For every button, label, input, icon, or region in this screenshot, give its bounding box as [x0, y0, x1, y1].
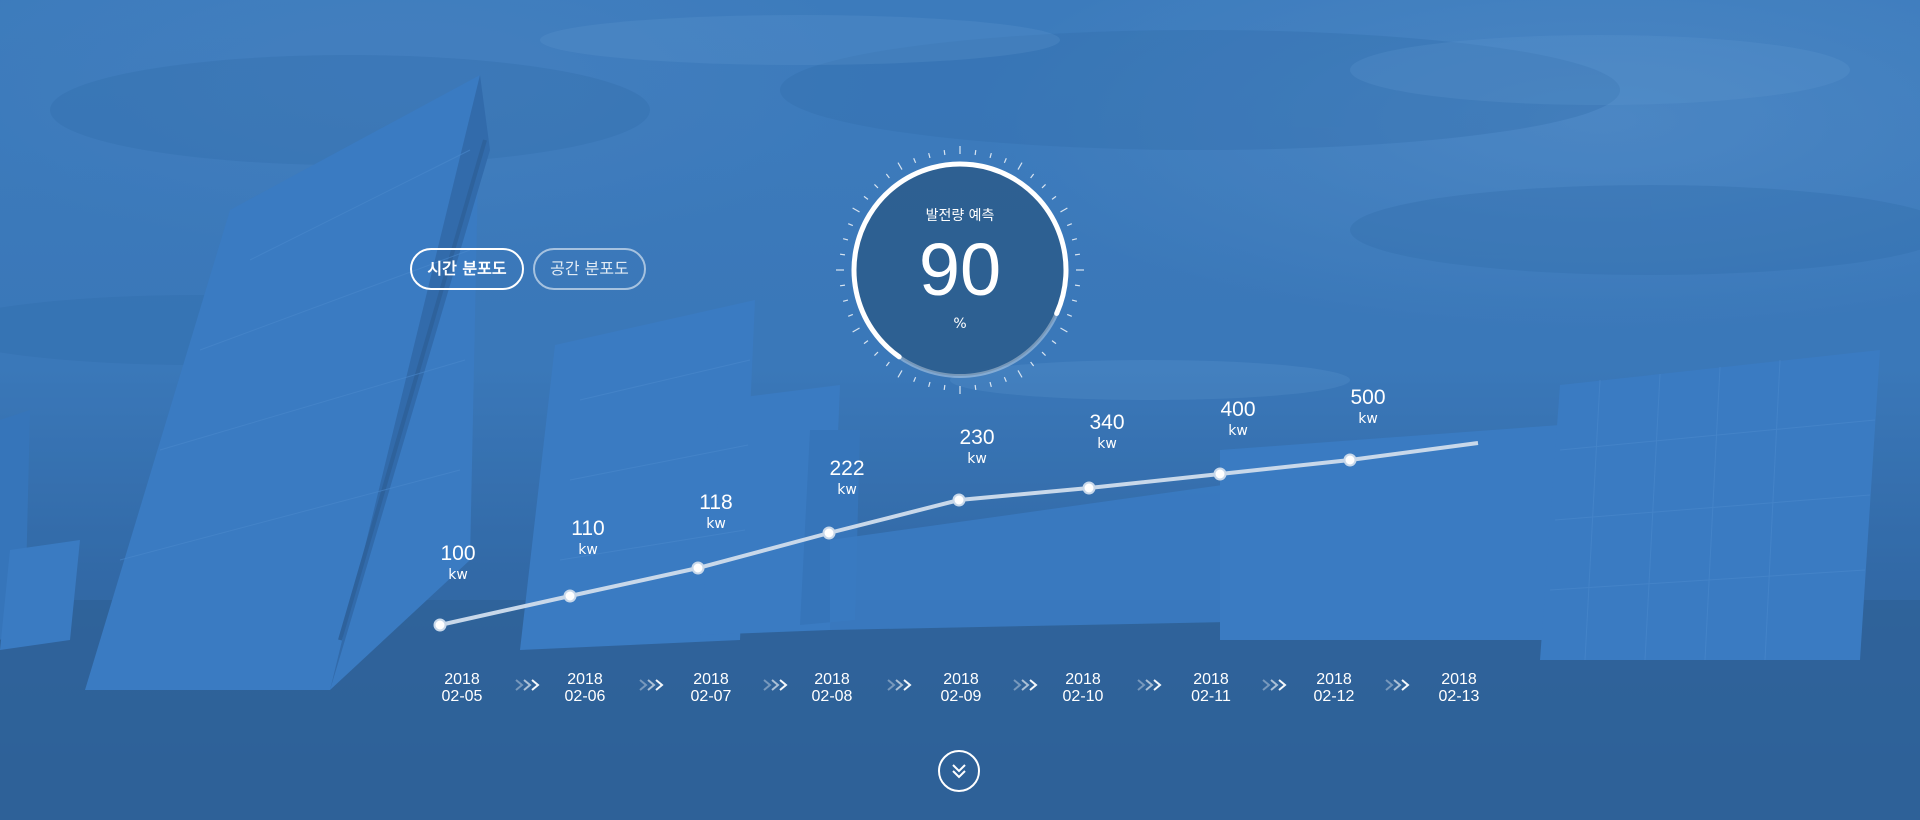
line-point [563, 589, 577, 603]
line-point [691, 561, 705, 575]
point-unit: kw [1097, 436, 1117, 452]
line-point [1082, 481, 1096, 495]
triple-chevron-right-icon [515, 679, 540, 691]
point-value: 110 [571, 517, 605, 540]
date-year: 2018 [814, 671, 850, 688]
point-value: 230 [959, 426, 995, 449]
date-label: 2018 02-06 [540, 671, 630, 705]
point-label: 110 kw [538, 517, 638, 559]
date-month-day: 02-06 [564, 688, 606, 705]
point-unit: kw [837, 482, 857, 498]
date-month-day: 02-13 [1438, 688, 1480, 705]
point-value: 222 [829, 457, 865, 480]
date-month-day: 02-10 [1062, 688, 1104, 705]
date-label: 2018 02-08 [787, 671, 877, 705]
date-year: 2018 [1441, 671, 1477, 688]
triple-chevron-right-icon [1385, 679, 1410, 691]
chevron-double-down-icon [952, 764, 966, 779]
point-unit: kw [967, 451, 987, 467]
date-year: 2018 [1316, 671, 1352, 688]
point-unit: kw [706, 516, 726, 532]
date-label: 2018 02-11 [1166, 671, 1256, 705]
point-label: 100 kw [408, 542, 508, 584]
date-year: 2018 [1065, 671, 1101, 688]
date-year: 2018 [943, 671, 979, 688]
date-label: 2018 02-13 [1414, 671, 1504, 705]
scroll-down-button[interactable] [938, 750, 980, 792]
date-month-day: 02-11 [1191, 688, 1231, 705]
date-year: 2018 [444, 671, 480, 688]
point-value: 118 [699, 491, 733, 514]
date-label: 2018 02-05 [417, 671, 507, 705]
point-value: 340 [1089, 411, 1125, 434]
line-point [1213, 467, 1227, 481]
point-label: 118 kw [666, 491, 766, 533]
point-label: 340 kw [1057, 411, 1157, 453]
point-unit: kw [578, 542, 598, 558]
triple-chevron-right-icon [1137, 679, 1162, 691]
point-label: 500 kw [1318, 386, 1418, 428]
point-unit: kw [1228, 423, 1248, 439]
date-month-day: 02-08 [811, 688, 853, 705]
point-unit: kw [1358, 411, 1378, 427]
triple-chevron-right-icon [639, 679, 664, 691]
date-label: 2018 02-12 [1289, 671, 1379, 705]
point-label: 400 kw [1188, 398, 1288, 440]
date-month-day: 02-07 [690, 688, 732, 705]
date-label: 2018 02-09 [916, 671, 1006, 705]
line-point [433, 618, 447, 632]
point-label: 230 kw [927, 426, 1027, 468]
date-year: 2018 [1193, 671, 1229, 688]
line-point [952, 493, 966, 507]
line-point [1343, 453, 1357, 467]
date-year: 2018 [567, 671, 603, 688]
point-value: 100 [440, 542, 476, 565]
point-value: 500 [1350, 386, 1386, 409]
date-label: 2018 02-07 [666, 671, 756, 705]
triple-chevron-right-icon [1013, 679, 1038, 691]
point-unit: kw [448, 567, 468, 583]
date-month-day: 02-05 [441, 688, 483, 705]
date-year: 2018 [693, 671, 729, 688]
point-value: 400 [1220, 398, 1256, 421]
date-month-day: 02-09 [940, 688, 982, 705]
date-month-day: 02-12 [1313, 688, 1355, 705]
date-label: 2018 02-10 [1038, 671, 1128, 705]
line-point [822, 526, 836, 540]
triple-chevron-right-icon [887, 679, 912, 691]
point-label: 222 kw [797, 457, 897, 499]
triple-chevron-right-icon [763, 679, 788, 691]
triple-chevron-right-icon [1262, 679, 1287, 691]
